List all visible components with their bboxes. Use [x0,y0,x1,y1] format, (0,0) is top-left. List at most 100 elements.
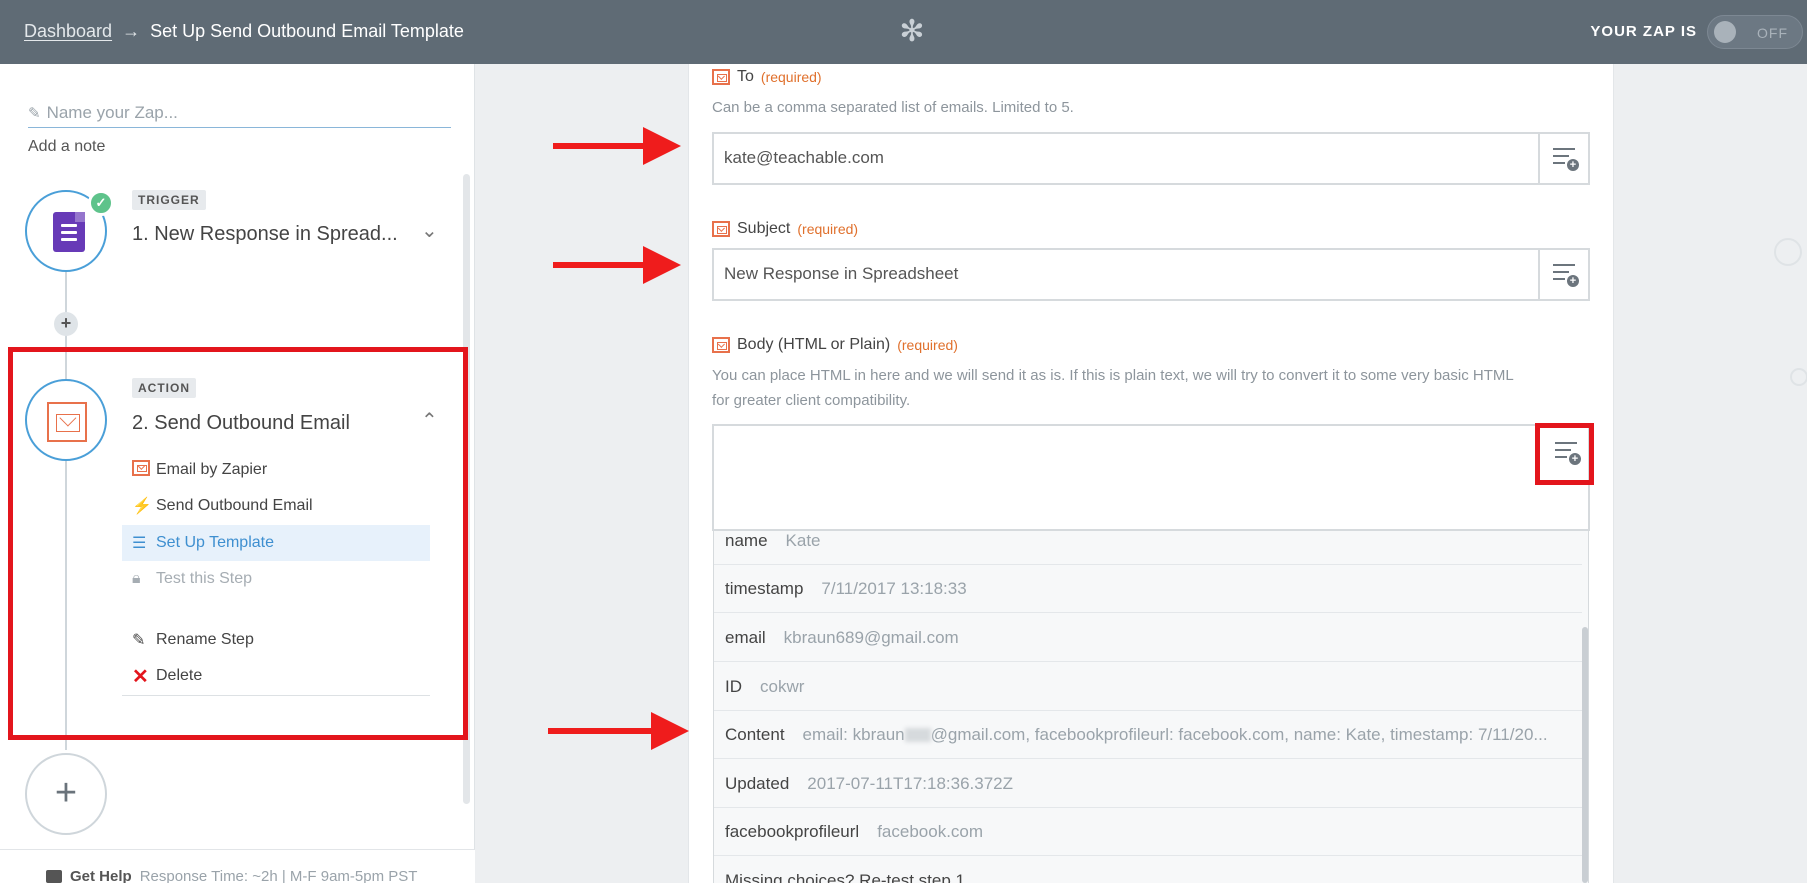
zap-name-placeholder: Name your Zap... [46,102,178,122]
option-value: email: kbraun @gmail.com, facebookprofile… [802,724,1548,744]
subject-input[interactable]: New Response in Spreadsheet + [712,248,1590,301]
annotation-arrow [548,712,689,750]
insert-field-button[interactable]: + [1538,250,1588,299]
option-key: ID [725,676,742,696]
x-icon: ✕ [132,665,149,688]
zap-status-label: YOUR ZAP IS [1590,23,1697,40]
page-title: Set Up Send Outbound Email Template [150,21,464,41]
substep-label: Test this Step [156,570,253,587]
action-tag: ACTION [132,378,196,398]
action-step-icon-circle[interactable] [25,379,107,461]
rename-step-link[interactable]: ✎ Rename Step [122,622,430,658]
insert-field-icon: + [1553,264,1579,287]
get-help-link[interactable]: Get Help [70,868,132,883]
add-step-button[interactable]: + [25,753,107,835]
required-tag: (required) [797,221,859,237]
checkmark-icon: ✓ [88,190,114,216]
email-icon [132,459,150,476]
loading-spinner-icon: ✻ [899,15,925,48]
option-key: Content [725,724,785,744]
chevron-up-icon[interactable]: ⌃ [421,408,438,433]
top-bar: Dashboard → Set Up Send Outbound Email T… [0,0,1807,64]
annotation-arrow [553,246,681,284]
option-key: email [725,627,766,647]
to-label-text: To [737,68,754,85]
subject-field-label: Subject (required) [712,220,858,238]
lock-icon: 🔒︎ [132,570,141,587]
to-field-label: To (required) [712,68,822,86]
required-tag: (required) [897,337,958,353]
list-icon: ☰ [132,535,147,552]
dropdown-option[interactable]: Updated 2017-07-11T17:18:36.372Z [714,760,1582,808]
help-footer: Get Help Response Time: ~2h | M-F 9am-5p… [0,849,475,883]
body-field-hint-2: for greater client compatibility. [712,392,911,409]
email-icon [712,337,730,353]
redacted-text [904,728,931,743]
add-step-between-button[interactable]: + [54,312,78,336]
dropdown-option[interactable]: facebookprofileurl facebook.com [714,808,1582,856]
option-key: facebookprofileurl [725,821,860,841]
body-field-hint-1: You can place HTML in here and we will s… [712,367,1514,384]
option-key: timestamp [725,578,804,598]
trigger-tag: TRIGGER [132,190,206,210]
to-input[interactable]: kate@teachable.com + [712,132,1590,185]
trigger-step-title[interactable]: 1. New Response in Spread... [132,223,398,246]
option-value: 7/11/2017 13:18:33 [821,578,967,598]
chat-icon [46,870,62,883]
option-key: name [725,531,768,550]
substep-app[interactable]: Email by Zapier [122,452,430,488]
substep-action[interactable]: ⚡ Send Outbound Email [122,488,430,524]
delete-step-link[interactable]: ✕ Delete [122,658,430,694]
option-value: facebook.com [877,821,984,841]
annotation-highlight-insert-button [1535,423,1594,485]
substep-label: Email by Zapier [156,461,268,478]
pencil-icon: ✎ [28,104,41,122]
field-choices-dropdown: name Kate timestamp 7/11/2017 13:18:33 e… [713,531,1589,883]
dropdown-option[interactable]: email kbraun689@gmail.com [714,614,1582,662]
option-value: Kate [785,531,821,550]
option-key: Updated [725,773,790,793]
dropdown-option[interactable]: Content email: kbraun @gmail.com, faceboo… [714,711,1582,759]
google-forms-icon [53,212,85,252]
breadcrumb-dashboard-link[interactable]: Dashboard [24,21,112,42]
to-input-value: kate@teachable.com [724,148,884,167]
insert-field-icon: + [1553,148,1579,171]
decorative-circle [1774,238,1802,266]
option-value: 2017-07-11T17:18:36.372Z [807,773,1014,793]
zap-on-off-toggle[interactable]: OFF [1707,15,1803,49]
toggle-state-label: OFF [1757,25,1788,41]
subject-label-text: Subject [737,220,791,237]
dropdown-scrollbar[interactable] [1582,627,1588,883]
email-icon [712,221,730,237]
substep-label: Rename Step [156,631,254,648]
breadcrumb: Dashboard → Set Up Send Outbound Email T… [24,21,464,42]
retest-step-link[interactable]: Missing choices? Re-test step 1. [714,857,1582,883]
substep-label: Set Up Template [156,534,274,551]
body-textarea[interactable] [712,424,1590,531]
response-time: Response Time: ~2h | M-F 9am-5pm PST [139,868,418,883]
substep-label: Delete [156,667,203,684]
to-field-hint: Can be a comma separated list of emails.… [712,99,1074,116]
required-tag: (required) [760,69,822,85]
decorative-circle [1790,368,1807,386]
lightning-icon: ⚡ [132,498,152,515]
pencil-icon: ✎ [132,632,146,649]
dropdown-option[interactable]: timestamp 7/11/2017 13:18:33 [714,565,1582,613]
option-value: kbraun689@gmail.com [783,627,959,647]
action-step-title[interactable]: 2. Send Outbound Email [132,412,350,435]
add-note-link[interactable]: Add a note [28,138,105,156]
dropdown-option[interactable]: ID cokwr [714,663,1582,711]
dropdown-option[interactable]: name Kate [714,531,1582,565]
body-label-text: Body (HTML or Plain) [737,336,891,353]
email-icon [712,69,730,85]
body-field-label: Body (HTML or Plain) (required) [712,336,958,354]
option-value: cokwr [760,676,805,696]
breadcrumb-arrow: → [122,21,141,41]
substep-test[interactable]: 🔒︎ Test this Step [122,561,430,597]
chevron-down-icon[interactable]: ⌄ [421,218,438,243]
substep-label: Send Outbound Email [156,497,313,514]
divider [122,695,430,696]
substep-template[interactable]: ☰ Set Up Template [122,525,430,561]
insert-field-button[interactable]: + [1538,134,1588,183]
zap-name-field[interactable]: ✎ Name your Zap... [28,98,451,128]
